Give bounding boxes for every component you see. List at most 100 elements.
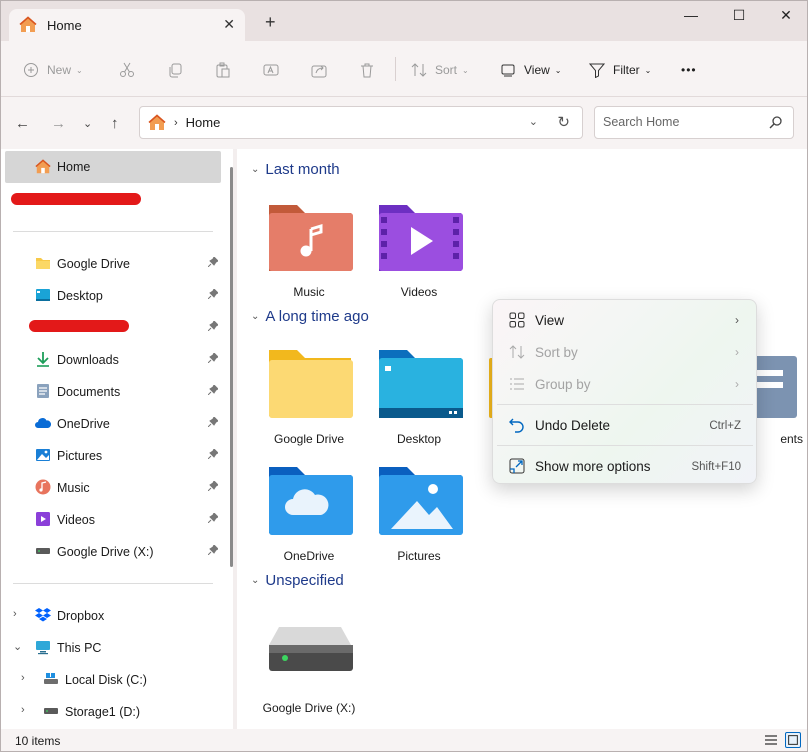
home-icon [148, 113, 166, 130]
pin-icon[interactable] [208, 353, 218, 363]
sort-icon [411, 63, 427, 77]
paste-button[interactable] [215, 59, 231, 81]
sidebar-item-local-disk-c[interactable]: › Local Disk (C:) [1, 664, 223, 694]
recent-locations-button[interactable]: ⌄ [83, 117, 92, 130]
collapse-chevron-icon[interactable]: ⌄ [251, 575, 259, 586]
sidebar-divider [13, 583, 213, 584]
pin-icon[interactable] [208, 513, 218, 523]
sidebar-item-redacted[interactable] [1, 312, 223, 342]
folder-tile-pictures[interactable]: Pictures [369, 463, 469, 579]
cut-button[interactable] [119, 59, 135, 81]
sidebar-item-google-drive[interactable]: Google Drive [1, 248, 223, 278]
drive-icon [269, 627, 353, 671]
folder-tile-onedrive[interactable]: OneDrive [259, 463, 359, 579]
delete-button[interactable] [359, 59, 375, 81]
sidebar-item-pictures[interactable]: Pictures [1, 440, 223, 470]
expand-chevron-icon[interactable]: › [21, 672, 25, 684]
sidebar-item-desktop[interactable]: Desktop [1, 280, 223, 310]
folder-tile-desktop[interactable]: Desktop [369, 346, 469, 462]
sort-button[interactable]: Sort ⌄ [411, 59, 469, 81]
expand-chevron-icon[interactable]: › [21, 704, 25, 716]
plus-circle-icon [24, 63, 38, 77]
home-icon [19, 16, 37, 32]
expand-chevron-icon[interactable]: › [13, 608, 17, 620]
new-tab-button[interactable]: + [265, 13, 276, 31]
context-menu: View › Sort by › Group by › Undo Delete … [492, 299, 757, 484]
pin-icon[interactable] [208, 449, 218, 459]
pin-icon[interactable] [208, 385, 218, 395]
pin-icon[interactable] [208, 257, 218, 267]
sidebar-item-dropbox[interactable]: › Dropbox [1, 600, 223, 630]
menu-item-undo-delete[interactable]: Undo Delete Ctrl+Z [497, 409, 753, 441]
sidebar-item-videos[interactable]: Videos [1, 504, 223, 534]
folder-tile-google-drive[interactable]: Google Drive [259, 346, 359, 462]
drive-tile-google-drive-x[interactable]: Google Drive (X:) [259, 615, 359, 731]
view-button[interactable]: View ⌄ [500, 59, 562, 81]
more-icon: ••• [681, 63, 697, 77]
details-view-icon[interactable] [763, 732, 779, 748]
item-count: 10 items [15, 734, 61, 748]
folder-tile-videos[interactable]: Videos [369, 199, 469, 315]
sidebar-item-this-pc[interactable]: ⌄ This PC [1, 632, 223, 662]
back-button[interactable]: ← [15, 115, 30, 132]
sidebar-item-downloads[interactable]: Downloads [1, 344, 223, 374]
forward-button[interactable]: → [51, 115, 66, 132]
tab-home[interactable]: Home ✕ [9, 9, 245, 41]
up-button[interactable]: ↑ [111, 115, 119, 132]
rename-button[interactable] [263, 59, 279, 81]
share-button[interactable] [311, 59, 327, 81]
search-input[interactable] [603, 115, 763, 129]
drive-icon [44, 708, 58, 714]
sidebar-item-music[interactable]: Music [1, 472, 223, 502]
collapse-chevron-icon[interactable]: ⌄ [13, 640, 22, 653]
pin-icon[interactable] [208, 417, 218, 427]
more-button[interactable]: ••• [681, 59, 697, 81]
address-bar[interactable]: › Home ⌄ ↻ [139, 106, 583, 139]
pin-icon[interactable] [208, 545, 218, 555]
desktop-icon [36, 289, 50, 301]
command-bar: New ⌄ Sort ⌄ View ⌄ Filter ⌄ ••• [1, 41, 807, 97]
breadcrumb-chevron-icon[interactable]: › [174, 117, 178, 129]
sort-icon [509, 345, 525, 359]
sidebar-item-home[interactable]: Home [5, 151, 221, 183]
new-button[interactable]: New ⌄ [23, 59, 83, 81]
folder-tile-music[interactable]: Music [259, 199, 359, 315]
group-header-unspecified[interactable]: ⌄ Unspecified [251, 572, 344, 589]
search-icon[interactable] [769, 115, 783, 129]
menu-item-group-by[interactable]: Group by › [497, 368, 753, 400]
tiles-view-icon[interactable] [785, 732, 801, 748]
refresh-icon[interactable]: ↻ [557, 113, 570, 131]
minimize-button[interactable]: — [679, 7, 703, 27]
videos-folder-icon [379, 205, 463, 271]
view-icon [501, 64, 515, 77]
pin-icon[interactable] [208, 289, 218, 299]
tab-title: Home [47, 17, 82, 33]
close-button[interactable]: ✕ [774, 7, 798, 27]
redaction-mark [11, 193, 141, 205]
collapse-chevron-icon[interactable]: ⌄ [251, 164, 259, 175]
collapse-chevron-icon[interactable]: ⌄ [251, 311, 259, 322]
sidebar-item-storage1-d[interactable]: › Storage1 (D:) [1, 696, 223, 726]
pin-icon[interactable] [208, 481, 218, 491]
sidebar-divider [13, 231, 213, 232]
menu-item-view[interactable]: View › [497, 304, 753, 336]
sidebar-item-documents[interactable]: Documents [1, 376, 223, 406]
pin-icon[interactable] [208, 321, 218, 331]
sidebar-scrollbar[interactable] [230, 167, 233, 567]
breadcrumb-home[interactable]: Home [186, 115, 221, 130]
copy-button[interactable] [167, 59, 183, 81]
tab-close-icon[interactable]: ✕ [223, 16, 235, 33]
filter-button[interactable]: Filter ⌄ [589, 59, 651, 81]
address-dropdown-icon[interactable]: ⌄ [529, 115, 538, 128]
group-header-last-month[interactable]: ⌄ Last month [251, 161, 340, 178]
home-icon [35, 159, 51, 174]
shortcut-label: Ctrl+Z [709, 420, 741, 432]
search-box[interactable] [594, 106, 794, 139]
group-header-long-time-ago[interactable]: ⌄ A long time ago [251, 308, 369, 325]
sidebar-item-onedrive[interactable]: OneDrive [1, 408, 223, 438]
sidebar-item-google-drive-x[interactable]: Google Drive (X:) [1, 536, 223, 566]
redaction-mark [29, 320, 129, 332]
menu-item-sort-by[interactable]: Sort by › [497, 336, 753, 368]
menu-item-show-more-options[interactable]: Show more options Shift+F10 [497, 450, 753, 482]
maximize-button[interactable]: ☐ [727, 7, 751, 27]
